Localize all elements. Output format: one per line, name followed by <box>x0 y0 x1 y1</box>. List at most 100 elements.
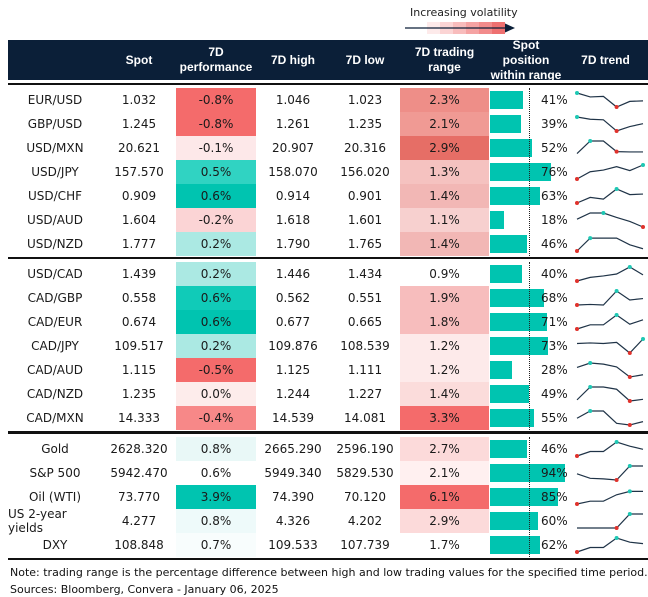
midpoint-reference-line <box>529 437 530 557</box>
low-value: 156.020 <box>340 165 390 179</box>
volatility-legend-arrow-icon <box>405 22 515 34</box>
low-value: 14.081 <box>344 411 386 425</box>
sparkline-low-marker <box>575 454 579 458</box>
instrument-name: DXY <box>42 538 68 552</box>
table-row: Gold 2628.320 0.8% 2665.290 2596.190 2.7% 46% <box>8 437 648 461</box>
trend-sparkline <box>576 361 644 379</box>
instrument-name: CAD/NZD <box>26 387 84 401</box>
instrument-name: EUR/USD <box>27 93 83 107</box>
header-spot: Spot <box>125 52 153 67</box>
sparkline-high-marker <box>601 211 606 215</box>
spot-position-label: 46% <box>541 442 568 456</box>
spot-position-bar <box>490 91 523 109</box>
trading-range-value: 2.1% <box>400 112 489 136</box>
header-7d-trading-range: 7D trading range <box>414 45 475 74</box>
high-value: 5949.340 <box>264 466 322 480</box>
high-value: 109.876 <box>268 339 318 353</box>
header-7d-high: 7D high <box>271 52 315 67</box>
table-row: CAD/AUD 1.115 -0.5% 1.125 1.111 1.2% 28% <box>8 358 648 382</box>
instrument-name: USD/NZD <box>26 237 84 251</box>
sparkline-high-marker <box>588 139 593 143</box>
sparkline-high-marker <box>641 337 645 341</box>
spot-value: 2628.320 <box>110 442 168 456</box>
spot-value: 1.032 <box>121 93 157 107</box>
table-row: USD/CAD 1.439 0.2% 1.446 1.434 0.9% 40% <box>8 262 648 286</box>
spot-position-bar <box>490 235 527 253</box>
instrument-name: USD/AUD <box>27 213 83 227</box>
trend-sparkline <box>575 289 644 307</box>
midpoint-reference-line <box>529 262 530 430</box>
trend-sparkline <box>575 536 644 554</box>
spot-value: 0.674 <box>121 315 157 329</box>
trend-sparkline <box>576 139 643 155</box>
trend-sparkline <box>576 464 643 482</box>
high-value: 0.562 <box>275 291 311 305</box>
performance-value: -0.5% <box>176 358 256 382</box>
low-value: 0.551 <box>347 291 383 305</box>
sparkline-path <box>576 465 643 481</box>
instrument-name: Oil (WTI) <box>28 490 82 504</box>
spot-value: 0.558 <box>121 291 157 305</box>
low-value: 1.765 <box>347 237 383 251</box>
spot-value: 14.333 <box>118 411 160 425</box>
sparkline-high-marker <box>614 187 619 191</box>
sparkline-path <box>576 362 644 378</box>
trading-range-value: 1.2% <box>400 358 489 382</box>
sparkline-high-marker <box>614 289 619 293</box>
instrument-name: CAD/EUR <box>27 315 83 329</box>
trading-range-value: 2.3% <box>400 88 489 112</box>
spot-position-bar <box>490 409 534 427</box>
spot-value: 109.517 <box>114 339 164 353</box>
trend-sparkline <box>576 211 645 229</box>
spot-value: 1.245 <box>121 117 157 131</box>
table-row: USD/CHF 0.909 0.6% 0.914 0.901 1.4% 63% <box>8 184 648 208</box>
trading-range-value: 2.7% <box>400 437 489 461</box>
sparkline-low-marker <box>627 375 632 379</box>
spot-position-label: 40% <box>541 267 568 281</box>
performance-value: 0.0% <box>176 382 256 406</box>
spot-position-bar <box>490 313 547 331</box>
table-row: CAD/GBP 0.558 0.6% 0.562 0.551 1.9% 68% <box>8 286 648 310</box>
trading-range-value: 1.4% <box>400 382 489 406</box>
spot-position-bar <box>490 385 530 403</box>
performance-value: 0.7% <box>176 533 256 557</box>
table-row: GBP/USD 1.245 -0.8% 1.261 1.235 2.1% 39% <box>8 112 648 136</box>
spot-position-label: 46% <box>541 237 568 251</box>
low-value: 20.316 <box>344 141 386 155</box>
sparkline-path <box>576 386 644 402</box>
sources-note: Sources: Bloomberg, Convera - January 06… <box>10 583 279 596</box>
spot-position-bar <box>490 536 540 554</box>
spot-position-label: 49% <box>541 387 568 401</box>
sparkline-path <box>576 314 644 330</box>
sparkline-low-marker <box>575 201 579 205</box>
spot-position-label: 63% <box>541 189 568 203</box>
spot-position-bar <box>490 361 513 379</box>
spot-value: 1.115 <box>121 363 157 377</box>
performance-value: 0.2% <box>176 262 256 286</box>
low-value: 1.111 <box>347 363 383 377</box>
spot-position-label: 52% <box>541 141 568 155</box>
sparkline-path <box>576 116 644 132</box>
trend-sparkline <box>575 187 644 205</box>
trading-range-value: 1.4% <box>400 232 489 256</box>
instrument-name: USD/CAD <box>27 267 83 281</box>
table-row: USD/JPY 157.570 0.5% 158.070 156.020 1.3% 76% <box>8 160 648 184</box>
performance-value: 0.2% <box>176 334 256 358</box>
sparkline-low-marker <box>641 225 645 229</box>
sparkline-low-marker <box>614 478 619 482</box>
trading-range-value: 0.9% <box>400 262 489 286</box>
spot-position-bar <box>490 440 527 458</box>
trend-sparkline <box>575 440 644 458</box>
sparkline-high-marker <box>588 236 593 241</box>
performance-value: 0.6% <box>176 286 256 310</box>
spot-position-label: 76% <box>541 165 568 179</box>
performance-value: -0.8% <box>176 88 256 112</box>
instrument-name: USD/MXN <box>26 141 84 155</box>
spot-value: 1.235 <box>121 387 157 401</box>
trading-range-value: 6.1% <box>400 485 489 509</box>
header-spot-position: Spot position within range <box>490 37 562 82</box>
table-row: CAD/NZD 1.235 0.0% 1.244 1.227 1.4% 49% <box>8 382 648 406</box>
table-row: USD/AUD 1.604 -0.2% 1.618 1.601 1.1% 18% <box>8 208 648 232</box>
high-value: 1.046 <box>275 93 311 107</box>
trading-range-value: 1.8% <box>400 310 489 334</box>
